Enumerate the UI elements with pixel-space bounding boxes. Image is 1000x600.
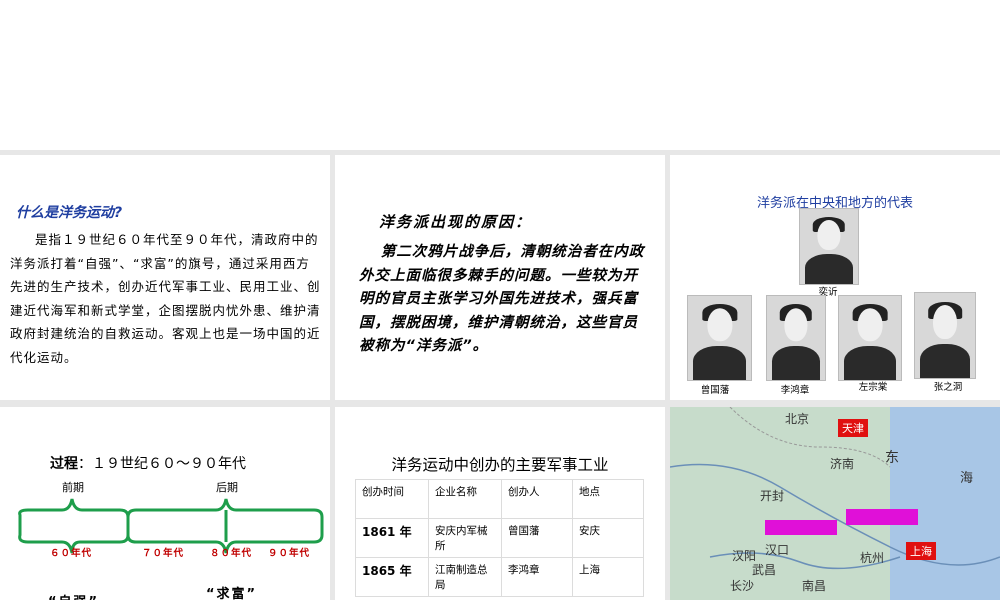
slide-thumbnail-4[interactable]: 过程：１９世纪６０～９０年代 前期 后期 ６０年代 ７０年代 ８０年代 ９０年代… xyxy=(0,407,330,600)
map-label: 开封 xyxy=(760,489,785,503)
slide-thumbnail-6[interactable]: 北京 济南 开封 汉口 汉阳 武昌 杭州 长沙 南昌 东 海 天津 上海 xyxy=(670,407,1000,600)
map-label: 海 xyxy=(960,471,974,486)
portrait-image xyxy=(799,208,859,285)
decade-label: ６０年代 xyxy=(50,548,93,559)
portrait-image xyxy=(914,292,976,379)
portrait-image xyxy=(838,295,902,381)
table-cell: 江南制造总局 xyxy=(428,557,502,597)
map-label: 长沙 xyxy=(730,579,755,593)
table-cell: 1861 年 xyxy=(355,518,429,558)
table-header-cell: 地点 xyxy=(572,479,644,519)
city-tag-shanghai: 上海 xyxy=(906,542,936,560)
map-label: 杭州 xyxy=(860,551,885,565)
decade-label: ９０年代 xyxy=(268,548,311,559)
slide-thumbnail-3[interactable]: 洋务派在中央和地方的代表 奕䜣 曾国藩 李鸿章 左宗棠 张之洞 xyxy=(670,155,1000,400)
portrait-caption: 左宗棠 xyxy=(858,382,888,393)
table-row: 1861 年 安庆内军械所 曾国藩 安庆 xyxy=(355,518,644,558)
slide-thumbnail-5[interactable]: 洋务运动中创办的主要军事工业 创办时间 企业名称 创办人 地点 1861 年 安… xyxy=(335,407,665,600)
timeline-braces xyxy=(18,498,324,554)
table-cell: 曾国藩 xyxy=(501,518,573,558)
slide-title: 什么是洋务运动? xyxy=(16,205,123,221)
slide-body-text: 第二次鸦片战争后，清朝统治者在内政外交上面临很多棘手的问题。一些较为开明的官员主… xyxy=(359,241,647,359)
table-cell: 安庆内军械所 xyxy=(428,518,502,558)
slide-thumbnail-2[interactable]: 洋务派出现的原因： 第二次鸦片战争后，清朝统治者在内政外交上面临很多棘手的问题。… xyxy=(335,155,665,400)
map-label: 汉口 xyxy=(765,543,790,557)
table-row: 1865 年 江南制造总局 李鸿章 上海 xyxy=(355,557,644,597)
military-industry-table: 创办时间 企业名称 创办人 地点 1861 年 安庆内军械所 曾国藩 安庆 18… xyxy=(355,479,644,597)
table-header-cell: 企业名称 xyxy=(428,479,502,519)
table-cell: 安庆 xyxy=(572,518,644,558)
map-label: 武昌 xyxy=(752,563,777,577)
portrait-image xyxy=(687,295,752,381)
body-paragraph: 是指１９世纪６０年代至９０年代，清政府中的洋务派打着“自强”、“求富”的旗号，通… xyxy=(10,232,321,365)
slide-body-text: 是指１９世纪６０年代至９０年代，清政府中的洋务派打着“自强”、“求富”的旗号，通… xyxy=(10,228,322,369)
highlight-box xyxy=(765,520,837,535)
table-cell: 1865 年 xyxy=(355,557,429,597)
top-blank-area xyxy=(0,0,1000,150)
portrait-image xyxy=(766,295,826,381)
table-header-row: 创办时间 企业名称 创办人 地点 xyxy=(355,479,644,519)
highlight-box xyxy=(846,509,918,525)
map-rivers xyxy=(670,407,1000,570)
map-label: 南昌 xyxy=(802,579,827,593)
city-tag-tianjin: 天津 xyxy=(838,419,868,437)
decade-label: ８０年代 xyxy=(210,548,253,559)
slide-thumbnail-1[interactable]: 什么是洋务运动? 是指１９世纪６０年代至９０年代，清政府中的洋务派打着“自强”、… xyxy=(0,155,330,400)
china-map-image: 北京 济南 开封 汉口 汉阳 武昌 杭州 长沙 南昌 东 海 天津 上海 xyxy=(670,407,1000,600)
map-label: 东 xyxy=(885,450,899,466)
body-paragraph: 第二次鸦片战争后，清朝统治者在内政外交上面临很多棘手的问题。一些较为开明的官员主… xyxy=(359,244,645,354)
portrait-caption: 曾国藩 xyxy=(700,385,730,396)
table-cell: 上海 xyxy=(572,557,644,597)
table-header-cell: 创办人 xyxy=(501,479,573,519)
portrait-caption: 张之洞 xyxy=(933,382,963,393)
table-header-cell: 创办时间 xyxy=(355,479,429,519)
portrait-caption: 李鸿章 xyxy=(780,385,810,396)
slide-title: 洋务运动中创办的主要军事工业 xyxy=(391,456,609,474)
slide-title: 洋务派出现的原因： xyxy=(379,213,533,231)
table-cell: 李鸿章 xyxy=(501,557,573,597)
quote-self-strengthening: “自强” xyxy=(48,591,99,600)
map-label: 北京 xyxy=(785,412,810,426)
quote-seeking-wealth: “求富” xyxy=(206,587,258,600)
decade-label: ７０年代 xyxy=(142,548,185,559)
map-label: 济南 xyxy=(830,457,855,471)
